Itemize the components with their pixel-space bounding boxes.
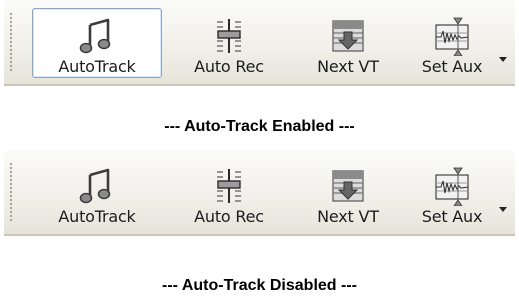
music-note-icon	[77, 16, 117, 56]
fader-slider-icon	[209, 16, 249, 56]
set-aux-button[interactable]: Set Aux	[406, 8, 498, 78]
next-vt-label: Next VT	[317, 207, 379, 226]
auto-rec-button[interactable]: Auto Rec	[170, 8, 288, 78]
set-aux-label: Set Aux	[421, 57, 483, 76]
auto-rec-button[interactable]: Auto Rec	[170, 158, 288, 228]
next-voice-track-icon	[328, 166, 368, 206]
chevron-down-icon[interactable]	[497, 52, 509, 66]
set-aux-waveform-icon	[432, 166, 472, 206]
set-aux-waveform-icon	[432, 16, 472, 56]
set-aux-button[interactable]: Set Aux	[406, 158, 498, 228]
set-aux-label: Set Aux	[421, 207, 483, 226]
autotrack-label: AutoTrack	[58, 207, 136, 226]
autotrack-label: AutoTrack	[58, 57, 136, 76]
music-note-icon	[77, 166, 117, 206]
auto-rec-label: Auto Rec	[194, 207, 264, 226]
autotrack-button[interactable]: AutoTrack	[32, 158, 162, 228]
toolbar-grip[interactable]	[9, 162, 13, 222]
toolbar-autotrack-disabled: AutoTrack Auto Rec Next VT Set Aux	[4, 150, 515, 236]
next-vt-label: Next VT	[317, 57, 379, 76]
next-voice-track-icon	[328, 16, 368, 56]
toolbar-grip[interactable]	[9, 12, 13, 72]
caption-disabled: --- Auto-Track Disabled ---	[162, 277, 357, 294]
chevron-down-icon[interactable]	[497, 202, 509, 216]
auto-rec-label: Auto Rec	[194, 57, 264, 76]
next-vt-button[interactable]: Next VT	[294, 158, 402, 228]
autotrack-button[interactable]: AutoTrack	[32, 8, 162, 78]
toolbar-autotrack-enabled: AutoTrack Auto Rec Next VT Set Aux	[4, 0, 515, 86]
fader-slider-icon	[209, 166, 249, 206]
caption-enabled: --- Auto-Track Enabled ---	[164, 118, 355, 135]
next-vt-button[interactable]: Next VT	[294, 8, 402, 78]
